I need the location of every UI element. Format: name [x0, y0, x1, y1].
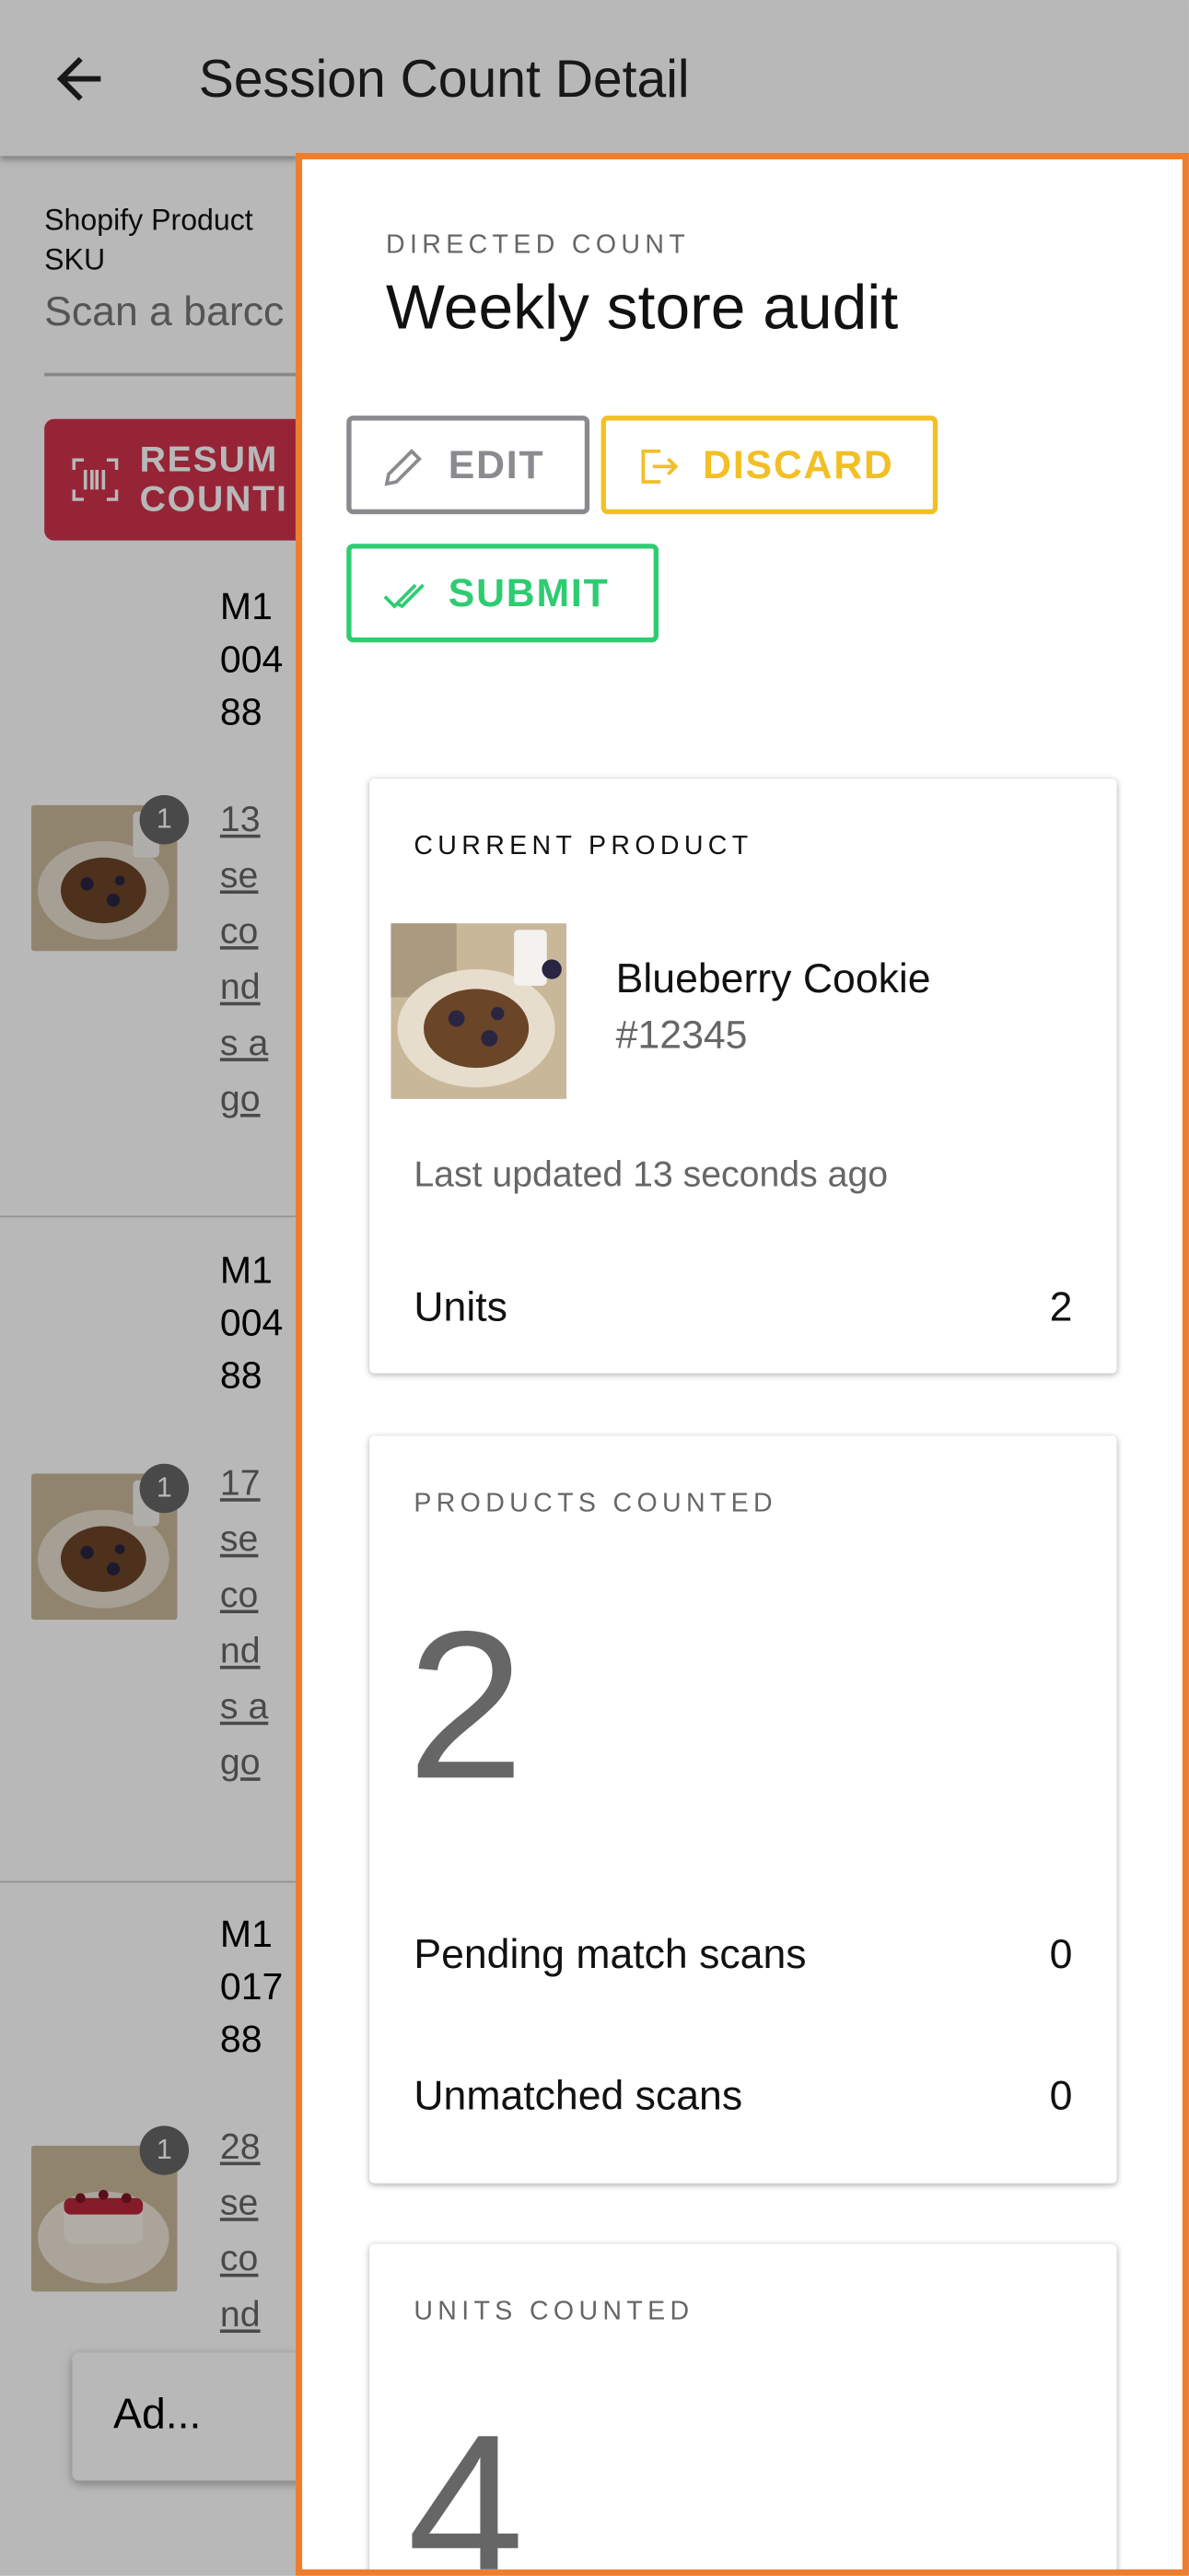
- double-check-icon: [383, 583, 425, 609]
- units-counted-value: 4: [407, 2392, 525, 2576]
- unmatched-label: Unmatched scans: [414, 2073, 743, 2120]
- units-label: Units: [414, 1284, 507, 1331]
- product-name: Blueberry Cookie: [615, 955, 931, 1002]
- discard-button[interactable]: DISCARD: [600, 416, 938, 515]
- last-updated: Last updated 13 seconds ago: [414, 1153, 889, 1195]
- current-product-card: CURRENT PRODUCT Blueberry Cookie #12345 …: [369, 779, 1117, 1374]
- count-detail-panel: DIRECTED COUNT Weekly store audit EDIT D…: [295, 152, 1189, 2576]
- submit-label: SUBMIT: [448, 571, 610, 616]
- card-kicker: CURRENT PRODUCT: [414, 833, 753, 861]
- pencil-icon: [384, 449, 422, 486]
- units-counted-card: UNITS COUNTED 4: [369, 2243, 1117, 2576]
- discard-label: DISCARD: [703, 443, 894, 488]
- pending-value: 0: [1049, 1931, 1073, 1978]
- unmatched-value: 0: [1049, 2073, 1073, 2120]
- submit-button[interactable]: SUBMIT: [346, 544, 659, 643]
- pending-label: Pending match scans: [414, 1931, 807, 1978]
- edit-button[interactable]: EDIT: [346, 416, 590, 515]
- units-value: 2: [1049, 1284, 1073, 1331]
- products-counted-card: PRODUCTS COUNTED 2 Pending match scans 0…: [369, 1435, 1117, 2184]
- products-counted-value: 2: [407, 1588, 525, 1824]
- product-sku: #12345: [615, 1013, 748, 1059]
- panel-title: Weekly store audit: [386, 274, 899, 344]
- edit-label: EDIT: [448, 443, 545, 488]
- card-kicker: UNITS COUNTED: [414, 2298, 694, 2326]
- exit-icon: [641, 449, 679, 484]
- panel-kicker: DIRECTED COUNT: [386, 231, 691, 260]
- product-image: [391, 923, 567, 1099]
- card-kicker: PRODUCTS COUNTED: [414, 1490, 778, 1518]
